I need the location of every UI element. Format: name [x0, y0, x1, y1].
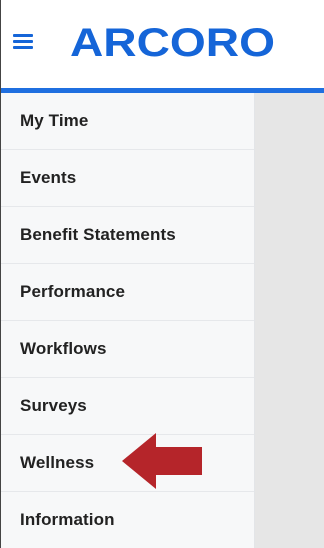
sidebar-item-surveys[interactable]: Surveys [1, 378, 254, 435]
brand-logo-text: ARCORO [70, 22, 275, 64]
brand-logo[interactable]: ARCORO [70, 22, 280, 64]
app-window: ARCORO My Time Events Benefit Statements… [0, 0, 324, 548]
sidebar-item-label: Information [20, 510, 115, 529]
hamburger-menu-icon[interactable] [13, 34, 33, 50]
sidebar-item-my-time[interactable]: My Time [1, 93, 254, 150]
sidebar-item-label: Surveys [20, 396, 87, 415]
red-arrow-left-icon [122, 433, 202, 489]
top-header: ARCORO [0, 0, 324, 88]
sidebar-item-label: Performance [20, 282, 126, 301]
sidebar-item-information[interactable]: Information [1, 492, 254, 548]
sidebar-item-label: Wellness [20, 453, 95, 472]
main-content-area [255, 93, 324, 548]
sidebar-item-label: Benefit Statements [20, 225, 176, 244]
sidebar-item-performance[interactable]: Performance [1, 264, 254, 321]
sidebar-item-label: Workflows [20, 339, 107, 358]
sidebar-item-workflows[interactable]: Workflows [1, 321, 254, 378]
sidebar-item-benefit-statements[interactable]: Benefit Statements [1, 207, 254, 264]
sidebar-item-label: My Time [20, 111, 89, 130]
sidebar-item-events[interactable]: Events [1, 150, 254, 207]
window-edge [0, 0, 1, 548]
sidebar-item-label: Events [20, 168, 77, 187]
